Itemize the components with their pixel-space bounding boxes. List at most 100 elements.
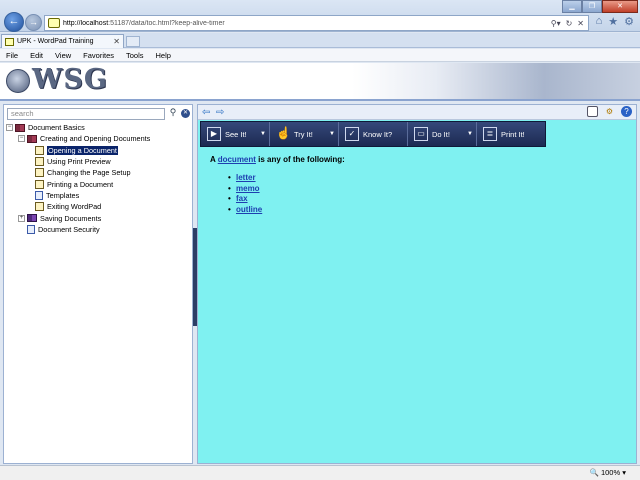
tools-gear-icon[interactable]: ⚙ — [624, 15, 634, 28]
do-it-button[interactable]: ▭ Do It! ▼ — [408, 122, 477, 146]
clear-search-icon[interactable]: ✕ — [181, 109, 190, 118]
tab-page-icon — [5, 37, 14, 46]
expand-toggle-icon[interactable]: + — [18, 214, 25, 222]
wsg-logo: WSG — [32, 64, 108, 95]
status-bar: 🔍 100% ▾ — [0, 465, 640, 480]
menu-favorites[interactable]: Favorites — [83, 51, 114, 60]
memo-link[interactable]: memo — [236, 184, 260, 193]
list-item: letter — [228, 173, 262, 184]
see-it-button[interactable]: ▶ See It! ▼ — [201, 122, 270, 146]
menu-edit[interactable]: Edit — [30, 51, 43, 60]
tree-topic-document-security[interactable]: Document Security — [6, 224, 192, 235]
print-document-icon: ≣ — [483, 127, 497, 141]
list-item: fax — [228, 194, 262, 205]
forward-button[interactable]: → — [25, 14, 42, 31]
tree-topic-opening-document[interactable]: Opening a Document — [6, 144, 192, 156]
book-closed-icon — [27, 214, 37, 223]
document-icon — [35, 190, 43, 200]
content-pane: ⇦ ⇨ ⚙ ? ▶ See It! ▼ ☝ Try It! ▼ ✓ Know I… — [197, 104, 637, 464]
content-toolbar: ⇦ ⇨ ⚙ ? — [198, 105, 636, 120]
print-it-button[interactable]: ≣ Print It! — [477, 122, 545, 146]
outline-link[interactable]: outline — [236, 205, 262, 214]
next-arrow-icon[interactable]: ⇨ — [216, 107, 224, 118]
address-tools: ⚲▾ ↻ ✕ — [551, 19, 588, 28]
globe-logo-icon — [6, 69, 30, 93]
document-types-list: letter memo fax outline — [228, 173, 262, 215]
zoom-level[interactable]: 🔍 100% ▾ — [590, 468, 626, 477]
tree-topic-page-setup[interactable]: Changing the Page Setup — [6, 167, 192, 178]
know-it-button[interactable]: ✓ Know It? — [339, 122, 408, 146]
zoom-icon: 🔍 — [589, 468, 599, 477]
menu-bar: File Edit View Favorites Tools Help — [0, 49, 640, 62]
window-controls: ▁ ❐ ✕ — [562, 0, 638, 13]
minimize-button[interactable]: ▁ — [562, 0, 582, 13]
topic-icon — [35, 145, 44, 155]
page-icon — [48, 18, 60, 28]
previous-arrow-icon[interactable]: ⇦ — [202, 107, 210, 118]
back-button[interactable]: ← — [4, 12, 24, 32]
hand-pointer-icon: ☝ — [276, 126, 291, 140]
tree-node-document-basics[interactable]: − Document Basics — [6, 122, 192, 133]
book-open-icon — [15, 123, 25, 132]
search-icon[interactable]: ⚲ — [168, 107, 178, 119]
tree-topic-printing[interactable]: Printing a Document — [6, 178, 192, 189]
favorites-star-icon[interactable]: ★ — [608, 15, 618, 28]
tree-label: Using Print Preview — [47, 157, 111, 167]
refresh-icon[interactable]: ↻ — [566, 19, 573, 28]
tree-node-creating-opening[interactable]: − Creating and Opening Documents — [6, 133, 192, 144]
tree-label: Creating and Opening Documents — [40, 134, 151, 144]
play-icon: ▶ — [207, 127, 221, 141]
tab-upk-wordpad[interactable]: UPK - WordPad Training ✕ — [1, 34, 124, 48]
try-it-button[interactable]: ☝ Try It! ▼ — [270, 122, 339, 146]
outline-tree: − Document Basics − Creating and Opening… — [6, 122, 192, 235]
tree-label: Document Basics — [28, 123, 85, 133]
dropdown-arrow-icon[interactable]: ▼ — [467, 131, 473, 137]
menu-file[interactable]: File — [6, 51, 18, 60]
document-icon — [27, 224, 35, 234]
tree-topic-print-preview[interactable]: Using Print Preview — [6, 156, 192, 167]
restore-window-icon[interactable] — [587, 106, 598, 117]
dropdown-arrow-icon[interactable]: ▼ — [260, 131, 266, 137]
do-it-icon: ▭ — [414, 127, 428, 141]
tree-label: Templates — [46, 190, 80, 200]
tree-label: Document Security — [38, 224, 100, 234]
tree-label-selected: Opening a Document — [46, 144, 119, 156]
menu-help[interactable]: Help — [156, 51, 171, 60]
stop-icon[interactable]: ✕ — [577, 19, 584, 28]
preferences-gear-icon[interactable]: ⚙ — [604, 106, 615, 117]
tab-row: UPK - WordPad Training ✕ — [0, 33, 640, 48]
book-open-icon — [27, 134, 37, 143]
tree-node-saving-documents[interactable]: + Saving Documents — [6, 212, 192, 223]
fax-link[interactable]: fax — [236, 194, 248, 203]
tree-label: Saving Documents — [40, 213, 102, 223]
tree-label: Changing the Page Setup — [47, 168, 131, 178]
search-input[interactable]: search — [7, 108, 165, 120]
collapse-toggle-icon[interactable]: − — [6, 124, 13, 132]
topic-icon — [35, 202, 44, 212]
tab-label: UPK - WordPad Training — [17, 38, 94, 45]
close-button[interactable]: ✕ — [602, 0, 638, 13]
list-item: outline — [228, 205, 262, 216]
collapse-toggle-icon[interactable]: − — [18, 135, 25, 143]
restore-button[interactable]: ❐ — [582, 0, 602, 13]
letter-link[interactable]: letter — [236, 173, 256, 182]
browser-titlebar: ▁ ❐ ✕ ← → http://localhost:51187/data/to… — [0, 0, 640, 32]
dropdown-arrow-icon[interactable]: ▼ — [329, 131, 335, 137]
tree-topic-templates[interactable]: Templates — [6, 190, 192, 201]
tree-topic-exiting[interactable]: Exiting WordPad — [6, 201, 192, 212]
menu-view[interactable]: View — [55, 51, 71, 60]
menu-tools[interactable]: Tools — [126, 51, 144, 60]
topic-icon — [35, 157, 44, 167]
topic-icon — [35, 179, 44, 189]
tab-close-icon[interactable]: ✕ — [113, 37, 123, 46]
address-bar[interactable]: http://localhost:51187/data/toc.html?kee… — [44, 15, 589, 31]
tree-label: Exiting WordPad — [47, 202, 102, 212]
address-url[interactable]: http://localhost:51187/data/toc.html?kee… — [63, 20, 551, 27]
search-dropdown-icon[interactable]: ⚲▾ — [551, 19, 561, 28]
concept-text: A document is any of the following: — [210, 155, 345, 164]
document-link[interactable]: document — [218, 155, 256, 164]
new-tab-button[interactable] — [126, 36, 140, 47]
home-icon[interactable]: ⌂ — [596, 15, 603, 28]
topic-icon — [35, 168, 44, 178]
help-icon[interactable]: ? — [621, 106, 632, 117]
